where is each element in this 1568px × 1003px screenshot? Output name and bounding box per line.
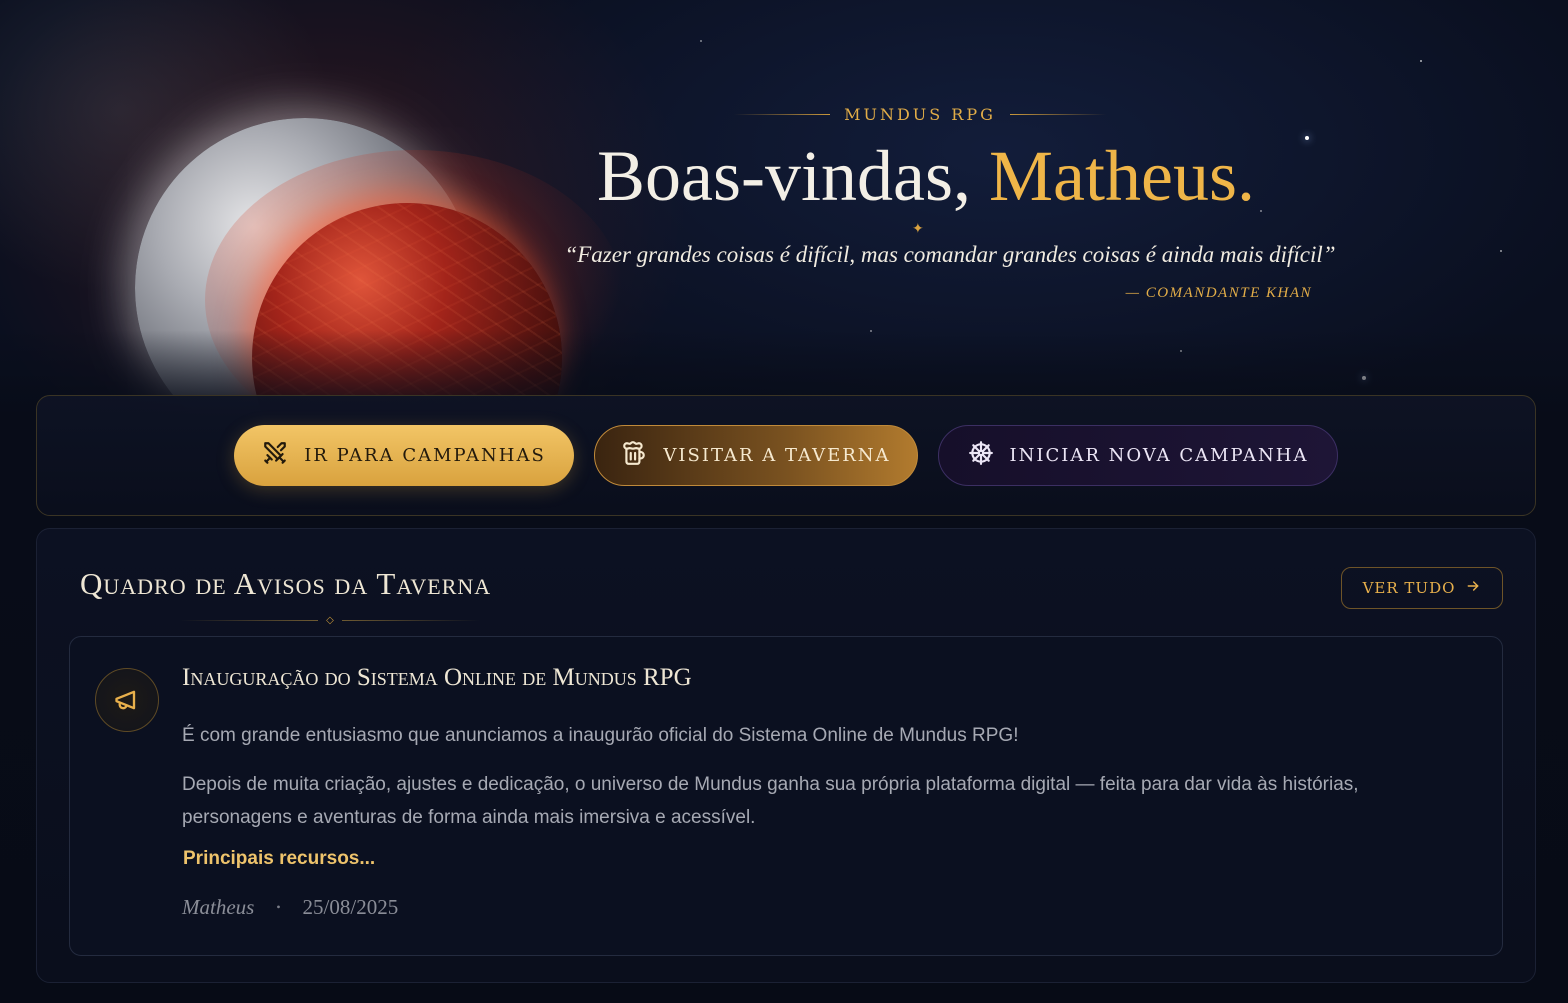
brand-label: MUNDUS RPG xyxy=(844,104,996,124)
visit-tavern-label: VISITAR A TAVERNA xyxy=(663,445,891,466)
quote-author: — COMANDANTE KHAN xyxy=(1125,285,1312,301)
notice-date: 25/08/2025 xyxy=(302,895,399,919)
notice-author: Matheus xyxy=(182,895,255,919)
notice-paragraph-1: É com grande entusiasmo que anunciamos a… xyxy=(182,725,1019,746)
hero-eyebrow: MUNDUS RPG xyxy=(720,102,1120,126)
main-features-link[interactable]: Principais recursos... xyxy=(183,848,375,870)
see-all-button[interactable]: VER TUDO xyxy=(1341,567,1503,609)
notice-meta: Matheus • 25/08/2025 xyxy=(182,895,398,920)
start-new-campaign-button[interactable]: INICIAR NOVA CAMPANHA xyxy=(938,425,1338,486)
crossed-swords-icon xyxy=(262,440,288,471)
notice-title: Inauguração do Sistema Online de Mundus … xyxy=(182,664,692,691)
megaphone-icon xyxy=(95,668,159,732)
ship-wheel-icon xyxy=(968,440,994,471)
ornament-star-icon: ✦ xyxy=(912,220,924,236)
notice-paragraph-2: Depois de muita criação, ajustes e dedic… xyxy=(182,774,1359,828)
board-title-divider: ◇ xyxy=(180,613,481,627)
user-name: Matheus. xyxy=(989,136,1255,216)
go-to-campaigns-button[interactable]: IR PARA CAMPANHAS xyxy=(234,425,574,486)
welcome-title: Boas-vindas, Matheus. xyxy=(520,132,1332,220)
beer-mug-icon xyxy=(621,440,647,471)
see-all-label: VER TUDO xyxy=(1362,579,1456,597)
greeting-text: Boas-vindas, xyxy=(597,136,971,216)
hero-quote: “Fazer grandes coisas é difícil, mas com… xyxy=(564,242,1336,267)
arrow-right-icon xyxy=(1465,578,1481,598)
board-title: Quadro de Avisos da Taverna xyxy=(80,566,492,601)
action-bar: IR PARA CAMPANHAS VISITAR A TAVERNA INIC… xyxy=(36,395,1536,516)
home-page: MUNDUS RPG Boas-vindas, Matheus. ✦ “Faze… xyxy=(0,0,1568,1003)
go-to-campaigns-label: IR PARA CAMPANHAS xyxy=(304,445,546,466)
separator-dot: • xyxy=(276,900,281,914)
diamond-ornament-icon: ◇ xyxy=(326,614,334,626)
visit-tavern-button[interactable]: VISITAR A TAVERNA xyxy=(594,425,918,486)
start-new-campaign-label: INICIAR NOVA CAMPANHA xyxy=(1009,445,1309,466)
